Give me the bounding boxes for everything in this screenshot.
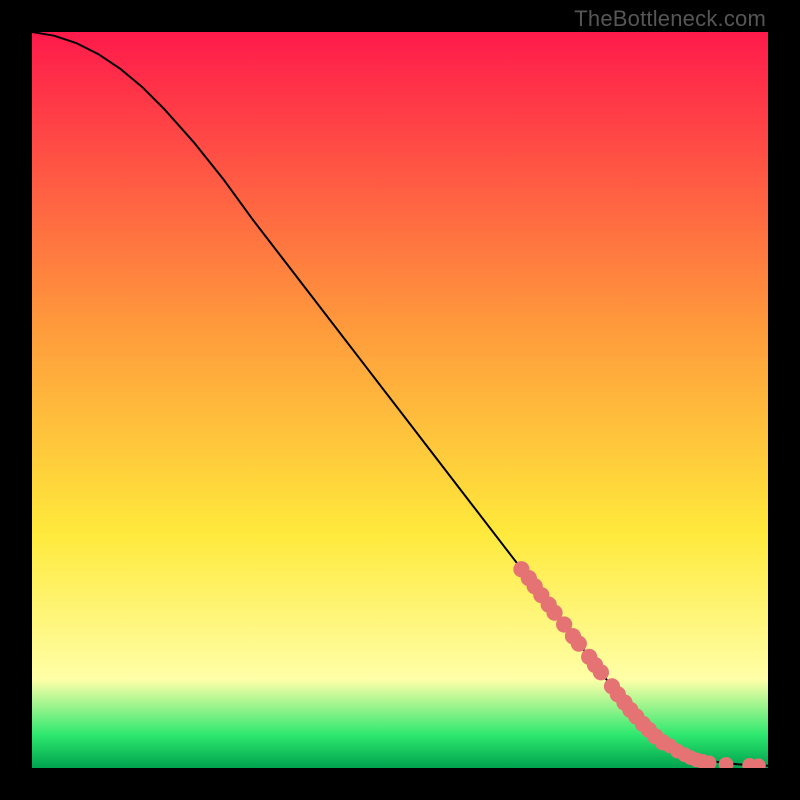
marker-group — [513, 561, 765, 768]
chart-frame: TheBottleneck.com — [0, 0, 800, 800]
data-marker — [571, 636, 587, 652]
curve-layer — [32, 32, 768, 768]
bottleneck-curve — [32, 32, 768, 766]
plot-area — [32, 32, 768, 768]
data-marker — [593, 664, 609, 680]
data-marker — [719, 757, 734, 768]
watermark-text: TheBottleneck.com — [574, 6, 766, 32]
